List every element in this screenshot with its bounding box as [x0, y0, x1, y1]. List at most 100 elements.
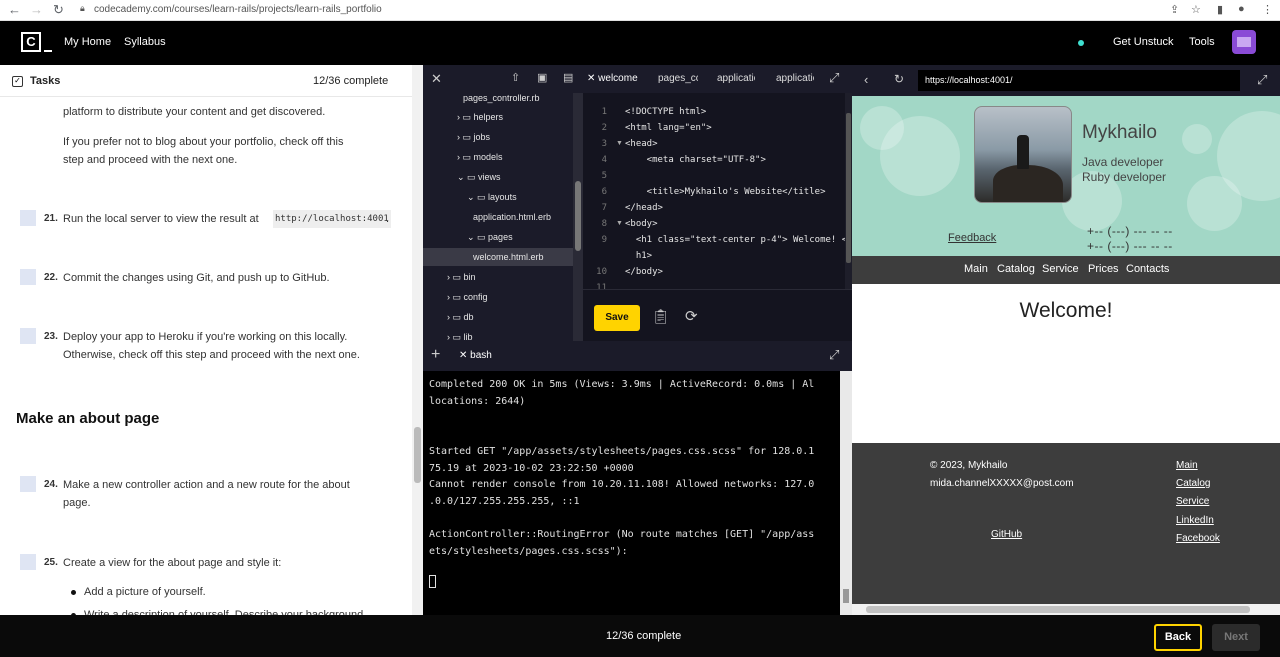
reload-icon[interactable]: ↻	[894, 72, 904, 86]
tree-label: helpers	[473, 112, 504, 122]
tab-bash[interactable]: ✕ bash	[459, 350, 492, 361]
tree-folder-config[interactable]: › ▭ config	[447, 292, 488, 303]
tab-application[interactable]: applicatio	[717, 73, 755, 84]
tree-file[interactable]: pages_controller.rb	[463, 93, 540, 103]
profile-icon[interactable]: ●	[1238, 3, 1245, 15]
upload-icon[interactable]: ⇧	[511, 71, 520, 84]
tree-folder-layouts[interactable]: ⌄ ▭ layouts	[467, 192, 517, 203]
clipboard-icon[interactable]: 📋︎	[652, 308, 670, 325]
phone-number: +-- (---) --- -- --	[1087, 239, 1173, 253]
menu-dots-icon[interactable]: ⋮	[1262, 3, 1273, 16]
expand-icon[interactable]: ⤢	[829, 70, 839, 86]
fold-arrow-icon[interactable]: ▼	[616, 220, 623, 227]
preview-hscrollbar[interactable]	[852, 604, 1280, 615]
task-number: 21.	[44, 213, 58, 224]
back-arrow-icon[interactable]: ←	[8, 2, 21, 17]
add-terminal-icon[interactable]: +	[431, 346, 440, 364]
code-scrollbar[interactable]	[845, 93, 852, 289]
footer-link-linkedin[interactable]: LinkedIn	[1176, 515, 1214, 526]
tree-folder-db[interactable]: › ▭ db	[447, 312, 474, 323]
tree-file-selected[interactable]: welcome.html.erb	[473, 252, 544, 262]
tree-folder-lib[interactable]: › ▭ lib	[447, 332, 473, 341]
tree-folder-pages[interactable]: ⌄ ▭ pages	[467, 232, 513, 243]
close-icon[interactable]: ✕	[431, 71, 442, 87]
photo-figure	[1017, 135, 1029, 169]
footer-link-facebook[interactable]: Facebook	[1176, 533, 1220, 544]
reload-icon[interactable]: ↻	[53, 2, 64, 18]
star-icon[interactable]: ☆	[1191, 3, 1201, 16]
new-folder-icon[interactable]: ▣	[537, 71, 547, 84]
site-nav-catalog[interactable]: Catalog	[997, 263, 1035, 275]
tree-folder-helpers[interactable]: › ▭ helpers	[457, 112, 503, 123]
site-nav-prices[interactable]: Prices	[1088, 263, 1119, 275]
tab-welcome[interactable]: ✕ welcome	[587, 73, 655, 84]
task-checkbox-24[interactable]	[20, 476, 36, 492]
tree-label: views	[478, 172, 501, 182]
bottom-progress: 12/36 complete	[606, 630, 682, 642]
site-nav-contacts[interactable]: Contacts	[1126, 263, 1169, 275]
site-nav-main[interactable]: Main	[964, 263, 988, 275]
save-button[interactable]: Save	[594, 305, 640, 331]
scrollbar-thumb[interactable]	[575, 181, 581, 251]
scrollbar-thumb[interactable]	[414, 427, 421, 483]
next-button[interactable]: Next	[1212, 624, 1260, 651]
tree-label: layouts	[488, 192, 517, 202]
footer-email: mida.channelXXXXX@post.com	[930, 478, 1074, 489]
refresh-icon[interactable]: ⟳	[685, 307, 698, 325]
user-avatar[interactable]	[1232, 30, 1256, 54]
decor-circle	[1182, 124, 1212, 154]
nav-syllabus[interactable]: Syllabus	[124, 36, 166, 48]
footer-link-catalog[interactable]: Catalog	[1176, 478, 1210, 489]
nav-get-unstuck[interactable]: Get Unstuck	[1113, 36, 1174, 48]
tab-application-2[interactable]: applicatio	[776, 73, 814, 84]
site-nav-service[interactable]: Service	[1042, 263, 1079, 275]
footer-link-service[interactable]: Service	[1176, 496, 1209, 507]
terminal-line: locations: 2644)	[429, 396, 526, 407]
code-line: </head>	[625, 203, 663, 213]
browser-url[interactable]: codecademy.com/courses/learn-rails/proje…	[94, 4, 382, 15]
tree-scrollbar[interactable]	[573, 93, 583, 341]
feedback-link[interactable]: Feedback	[948, 232, 996, 244]
scrollbar-thumb[interactable]	[866, 606, 1250, 613]
terminal-scrollbar[interactable]	[840, 371, 852, 615]
back-icon[interactable]: ‹	[864, 72, 868, 87]
back-button[interactable]: Back	[1154, 624, 1202, 651]
footer-copyright: © 2023, Mykhailo	[930, 460, 1008, 471]
new-file-icon[interactable]: ▤	[563, 71, 573, 84]
task-checkbox-25[interactable]	[20, 554, 36, 570]
scrollbar-thumb[interactable]	[846, 113, 851, 263]
task-text: Otherwise, check off this step and proce…	[63, 349, 360, 361]
nav-my-home[interactable]: My Home	[64, 36, 111, 48]
scrollbar-thumb[interactable]	[843, 589, 849, 603]
bullet-icon	[71, 590, 76, 595]
code-area[interactable]: 1 2 3 4 5 6 7 8 9 10 11 ▼ ▼ <!DOCTYPE ht…	[583, 93, 852, 289]
fold-arrow-icon[interactable]: ▼	[616, 140, 623, 147]
tree-folder-models[interactable]: › ▭ models	[457, 152, 503, 163]
task-checkbox-21[interactable]	[20, 210, 36, 226]
task-checkbox-23[interactable]	[20, 328, 36, 344]
footer-github-link[interactable]: GitHub	[991, 529, 1022, 540]
tasks-scrollbar[interactable]	[412, 65, 423, 615]
share-icon[interactable]: ⇪	[1170, 3, 1179, 16]
expand-icon[interactable]: ⤢	[829, 347, 839, 363]
task-number: 24.	[44, 479, 58, 490]
tree-folder-views[interactable]: ⌄ ▭ views	[457, 172, 501, 183]
code-line: <meta charset="UTF-8">	[625, 155, 766, 165]
task-number: 23.	[44, 331, 58, 342]
line-number: 2	[601, 123, 607, 133]
tree-file[interactable]: application.html.erb	[473, 212, 551, 222]
line-number: 5	[601, 171, 607, 181]
sidebar-icon[interactable]: ▮	[1217, 3, 1223, 16]
tree-folder-jobs[interactable]: › ▭ jobs	[457, 132, 490, 143]
terminal-output[interactable]: Completed 200 OK in 5ms (Views: 3.9ms | …	[423, 371, 840, 615]
open-external-icon[interactable]: ⤢	[1257, 72, 1267, 88]
nav-tools[interactable]: Tools	[1189, 36, 1215, 48]
footer-link-main[interactable]: Main	[1176, 460, 1198, 471]
task-checkbox-22[interactable]	[20, 269, 36, 285]
codecademy-logo[interactable]: C	[21, 32, 41, 52]
preview-url-input[interactable]: https://localhost:4001/	[918, 70, 1240, 91]
tab-pages[interactable]: pages_cc	[658, 73, 698, 84]
tree-folder-bin[interactable]: › ▭ bin	[447, 272, 476, 283]
forward-arrow-icon[interactable]: →	[30, 2, 43, 17]
profile-role: Java developer	[1082, 155, 1164, 169]
